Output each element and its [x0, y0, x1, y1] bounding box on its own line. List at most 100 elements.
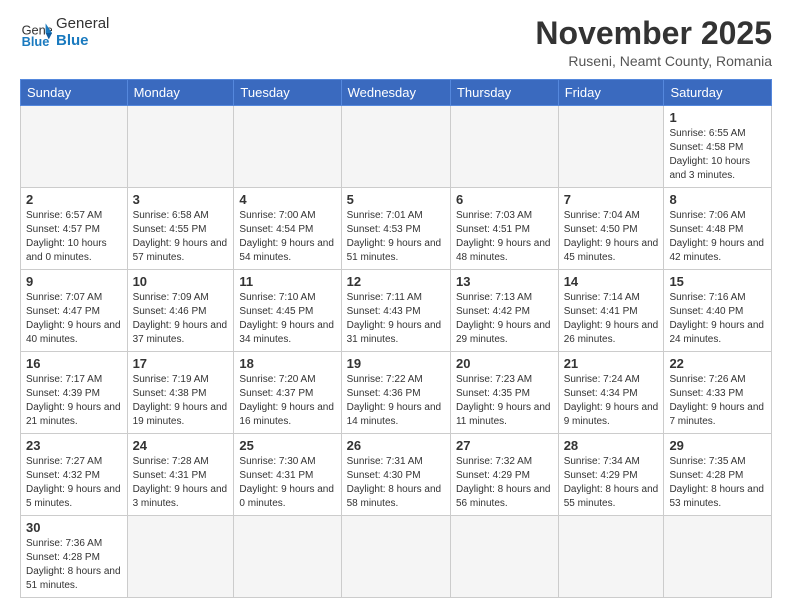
- day-number: 12: [347, 274, 445, 289]
- day-number: 29: [669, 438, 766, 453]
- day-number: 16: [26, 356, 122, 371]
- calendar-cell: 8 Sunrise: 7:06 AM Sunset: 4:48 PM Daylig…: [664, 188, 772, 270]
- day-number: 17: [133, 356, 229, 371]
- day-number: 2: [26, 192, 122, 207]
- calendar-cell: 15Sunrise: 7:16 AM Sunset: 4:40 PM Dayli…: [664, 270, 772, 352]
- day-info: Sunrise: 6:55 AM Sunset: 4:58 PM Dayligh…: [669, 127, 766, 183]
- calendar-cell: [234, 516, 341, 598]
- day-number: 27: [456, 438, 553, 453]
- calendar-cell: 1 Sunrise: 6:55 AM Sunset: 4:58 PM Daylig…: [664, 106, 772, 188]
- day-info: Sunrise: 7:07 AM Sunset: 4:47 PM Dayligh…: [26, 291, 122, 347]
- day-info: Sunrise: 7:36 AM Sunset: 4:28 PM Dayligh…: [26, 537, 122, 593]
- page: General Blue General Blue November 2025 …: [0, 0, 792, 612]
- logo: General Blue General Blue: [20, 16, 109, 49]
- calendar-cell: 6 Sunrise: 7:03 AM Sunset: 4:51 PM Daylig…: [450, 188, 558, 270]
- calendar-cell: [664, 516, 772, 598]
- day-number: 30: [26, 520, 122, 535]
- day-number: 18: [239, 356, 335, 371]
- calendar-cell: 2 Sunrise: 6:57 AM Sunset: 4:57 PM Daylig…: [21, 188, 128, 270]
- calendar-header-monday: Monday: [127, 80, 234, 106]
- day-number: 1: [669, 110, 766, 125]
- calendar-cell: 27 Sunrise: 7:32 AM Sunset: 4:29 PM Dayli…: [450, 434, 558, 516]
- calendar-cell: 3Sunrise: 6:58 AM Sunset: 4:55 PM Daylig…: [127, 188, 234, 270]
- day-info: Sunrise: 7:11 AM Sunset: 4:43 PM Dayligh…: [347, 291, 445, 347]
- day-info: Sunrise: 7:28 AM Sunset: 4:31 PM Dayligh…: [133, 455, 229, 511]
- day-number: 14: [564, 274, 659, 289]
- logo-icon: General Blue: [20, 17, 52, 49]
- calendar-header-friday: Friday: [558, 80, 664, 106]
- calendar-cell: 28 Sunrise: 7:34 AM Sunset: 4:29 PM Dayli…: [558, 434, 664, 516]
- calendar-cell: 7Sunrise: 7:04 AM Sunset: 4:50 PM Daylig…: [558, 188, 664, 270]
- day-info: Sunrise: 7:32 AM Sunset: 4:29 PM Dayligh…: [456, 455, 553, 511]
- day-number: 19: [347, 356, 445, 371]
- calendar-cell: 16Sunrise: 7:17 AM Sunset: 4:39 PM Dayli…: [21, 352, 128, 434]
- calendar-cell: 9 Sunrise: 7:07 AM Sunset: 4:47 PM Daylig…: [21, 270, 128, 352]
- calendar-cell: 23Sunrise: 7:27 AM Sunset: 4:32 PM Dayli…: [21, 434, 128, 516]
- calendar-cell: 14 Sunrise: 7:14 AM Sunset: 4:41 PM Dayli…: [558, 270, 664, 352]
- logo-general: General: [56, 16, 109, 33]
- svg-text:Blue: Blue: [22, 33, 50, 48]
- calendar-cell: 20Sunrise: 7:23 AM Sunset: 4:35 PM Dayli…: [450, 352, 558, 434]
- day-info: Sunrise: 7:14 AM Sunset: 4:41 PM Dayligh…: [564, 291, 659, 347]
- day-number: 9: [26, 274, 122, 289]
- calendar-week-row: 1 Sunrise: 6:55 AM Sunset: 4:58 PM Daylig…: [21, 106, 772, 188]
- day-number: 26: [347, 438, 445, 453]
- calendar-week-row: 9 Sunrise: 7:07 AM Sunset: 4:47 PM Daylig…: [21, 270, 772, 352]
- calendar-cell: 18 Sunrise: 7:20 AM Sunset: 4:37 PM Dayli…: [234, 352, 341, 434]
- day-info: Sunrise: 7:00 AM Sunset: 4:54 PM Dayligh…: [239, 209, 335, 265]
- day-info: Sunrise: 7:34 AM Sunset: 4:29 PM Dayligh…: [564, 455, 659, 511]
- calendar-week-row: 23Sunrise: 7:27 AM Sunset: 4:32 PM Dayli…: [21, 434, 772, 516]
- calendar-table: SundayMondayTuesdayWednesdayThursdayFrid…: [20, 79, 772, 598]
- header: General Blue General Blue November 2025 …: [20, 16, 772, 69]
- calendar-header-wednesday: Wednesday: [341, 80, 450, 106]
- day-info: Sunrise: 7:26 AM Sunset: 4:33 PM Dayligh…: [669, 373, 766, 429]
- day-info: Sunrise: 7:20 AM Sunset: 4:37 PM Dayligh…: [239, 373, 335, 429]
- day-info: Sunrise: 6:57 AM Sunset: 4:57 PM Dayligh…: [26, 209, 122, 265]
- day-info: Sunrise: 7:01 AM Sunset: 4:53 PM Dayligh…: [347, 209, 445, 265]
- day-number: 24: [133, 438, 229, 453]
- month-title: November 2025: [535, 16, 772, 51]
- day-info: Sunrise: 7:27 AM Sunset: 4:32 PM Dayligh…: [26, 455, 122, 511]
- calendar-cell: 30 Sunrise: 7:36 AM Sunset: 4:28 PM Dayli…: [21, 516, 128, 598]
- calendar-cell: 5 Sunrise: 7:01 AM Sunset: 4:53 PM Daylig…: [341, 188, 450, 270]
- day-number: 7: [564, 192, 659, 207]
- calendar-cell: 17 Sunrise: 7:19 AM Sunset: 4:38 PM Dayli…: [127, 352, 234, 434]
- day-number: 25: [239, 438, 335, 453]
- day-number: 28: [564, 438, 659, 453]
- calendar-cell: [450, 516, 558, 598]
- day-number: 22: [669, 356, 766, 371]
- day-number: 6: [456, 192, 553, 207]
- day-number: 4: [239, 192, 335, 207]
- day-number: 8: [669, 192, 766, 207]
- day-info: Sunrise: 6:58 AM Sunset: 4:55 PM Dayligh…: [133, 209, 229, 265]
- location: Ruseni, Neamt County, Romania: [535, 53, 772, 69]
- calendar-cell: 24 Sunrise: 7:28 AM Sunset: 4:31 PM Dayli…: [127, 434, 234, 516]
- calendar-cell: 12 Sunrise: 7:11 AM Sunset: 4:43 PM Dayli…: [341, 270, 450, 352]
- title-area: November 2025 Ruseni, Neamt County, Roma…: [535, 16, 772, 69]
- day-number: 13: [456, 274, 553, 289]
- calendar-cell: 25Sunrise: 7:30 AM Sunset: 4:31 PM Dayli…: [234, 434, 341, 516]
- day-number: 5: [347, 192, 445, 207]
- logo-blue: Blue: [56, 33, 109, 50]
- day-info: Sunrise: 7:09 AM Sunset: 4:46 PM Dayligh…: [133, 291, 229, 347]
- day-info: Sunrise: 7:19 AM Sunset: 4:38 PM Dayligh…: [133, 373, 229, 429]
- calendar-cell: [450, 106, 558, 188]
- calendar-cell: [21, 106, 128, 188]
- calendar-cell: 13 Sunrise: 7:13 AM Sunset: 4:42 PM Dayli…: [450, 270, 558, 352]
- calendar-cell: [341, 106, 450, 188]
- calendar-cell: [127, 516, 234, 598]
- day-info: Sunrise: 7:16 AM Sunset: 4:40 PM Dayligh…: [669, 291, 766, 347]
- calendar-header-saturday: Saturday: [664, 80, 772, 106]
- day-info: Sunrise: 7:13 AM Sunset: 4:42 PM Dayligh…: [456, 291, 553, 347]
- day-info: Sunrise: 7:03 AM Sunset: 4:51 PM Dayligh…: [456, 209, 553, 265]
- day-number: 11: [239, 274, 335, 289]
- calendar-cell: 19Sunrise: 7:22 AM Sunset: 4:36 PM Dayli…: [341, 352, 450, 434]
- calendar-cell: [234, 106, 341, 188]
- calendar-week-row: 30 Sunrise: 7:36 AM Sunset: 4:28 PM Dayli…: [21, 516, 772, 598]
- day-info: Sunrise: 7:06 AM Sunset: 4:48 PM Dayligh…: [669, 209, 766, 265]
- calendar-cell: 29Sunrise: 7:35 AM Sunset: 4:28 PM Dayli…: [664, 434, 772, 516]
- calendar-cell: [341, 516, 450, 598]
- calendar-cell: 11Sunrise: 7:10 AM Sunset: 4:45 PM Dayli…: [234, 270, 341, 352]
- calendar-cell: 22 Sunrise: 7:26 AM Sunset: 4:33 PM Dayli…: [664, 352, 772, 434]
- calendar-week-row: 2 Sunrise: 6:57 AM Sunset: 4:57 PM Daylig…: [21, 188, 772, 270]
